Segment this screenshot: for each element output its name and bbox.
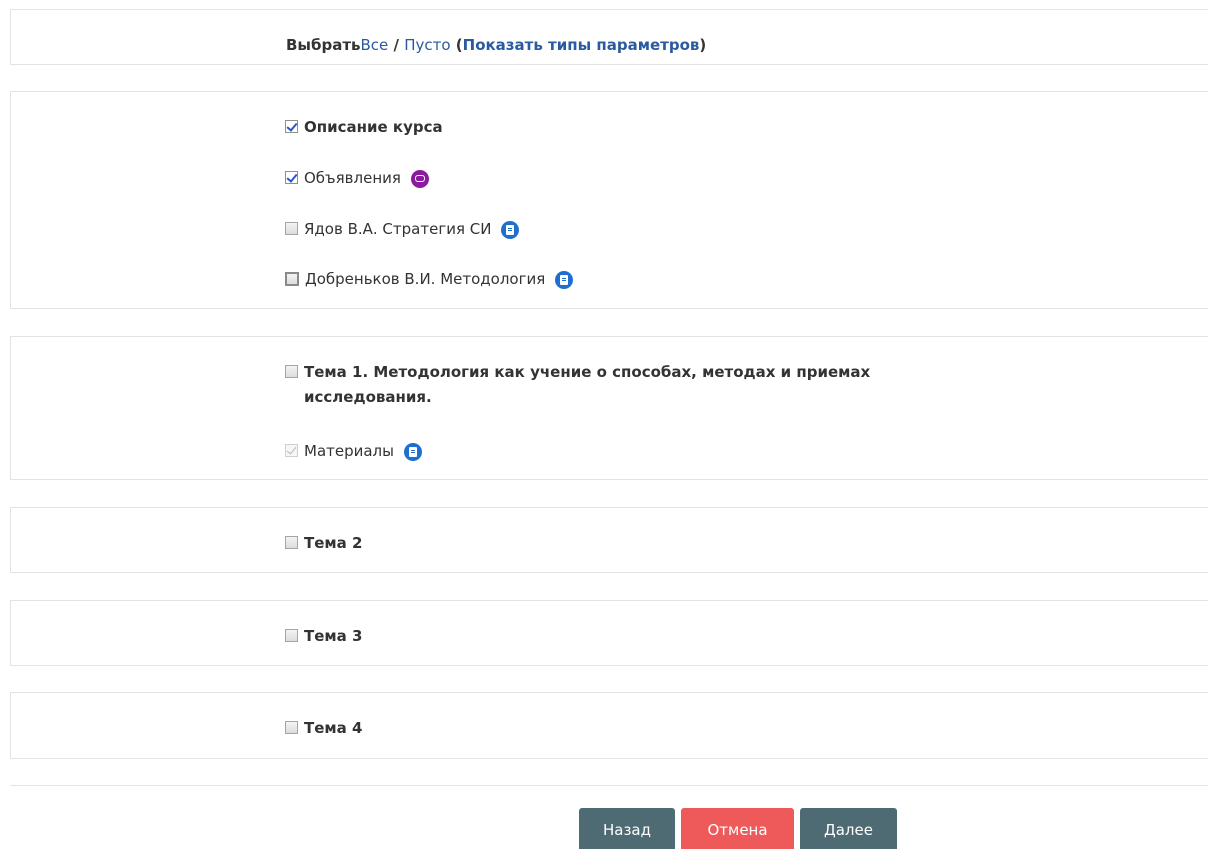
item-label: Тема 3 [304, 627, 363, 645]
show-types-link[interactable]: Показать типы параметров [463, 36, 700, 54]
checkbox-materials [285, 444, 298, 457]
item-label: Ядов В.А. Стратегия СИ [304, 220, 492, 238]
topic-1-title: Тема 1. Методология как учение о способа… [304, 360, 870, 410]
item-topic-4: Тема 4 [285, 716, 362, 740]
section-topic-3 [10, 600, 1208, 666]
select-label: Выбрать [286, 36, 361, 54]
checkbox-topic-4[interactable] [285, 721, 298, 734]
resource-icon [404, 443, 422, 461]
checkbox-course-description[interactable] [285, 120, 298, 133]
select-bar: ВыбратьВсе / Пусто (Показать типы параме… [286, 35, 706, 55]
item-topic-2: Тема 2 [285, 531, 362, 555]
back-button[interactable]: Назад [579, 808, 675, 849]
select-separator: / [388, 36, 405, 54]
item-label: Материалы [304, 442, 394, 460]
resource-icon [555, 271, 574, 289]
select-none-link[interactable]: Пусто [404, 36, 450, 54]
item-label: Добреньков В.И. Методология [305, 270, 546, 288]
paren-close: ) [699, 36, 707, 54]
checkbox-topic-1[interactable] [285, 365, 298, 378]
next-button[interactable]: Далее [800, 808, 897, 849]
resource-icon [501, 221, 520, 239]
section-general [10, 91, 1208, 309]
item-label: Описание курса [304, 118, 443, 136]
select-all-link[interactable]: Все [361, 36, 389, 54]
topic-1-title-line1: Тема 1. Методология как учение о способа… [304, 363, 871, 381]
paren-open: ( [450, 36, 463, 54]
item-label: Тема 4 [304, 719, 363, 737]
section-topic-4 [10, 692, 1208, 759]
item-course-description: Описание курса [285, 115, 443, 139]
item-topic-3: Тема 3 [285, 624, 362, 648]
item-yadov: Ядов В.А. Стратегия СИ [285, 217, 520, 241]
cancel-button[interactable]: Отмена [681, 808, 794, 849]
item-label: Тема 2 [304, 534, 363, 552]
checkbox-announcements[interactable] [285, 171, 298, 184]
item-dobrenkov: Добреньков В.И. Методология [285, 267, 574, 291]
topic-1-title-line2: исследования. [304, 388, 432, 406]
forum-icon [410, 170, 429, 188]
section-topic-2 [10, 507, 1208, 573]
item-materials: Материалы [285, 439, 422, 463]
item-announcements: Объявления [285, 166, 429, 190]
checkbox-topic-2[interactable] [285, 536, 298, 549]
checkbox-yadov[interactable] [285, 222, 298, 235]
divider [10, 785, 1208, 786]
checkbox-dobrenkov[interactable] [285, 272, 299, 286]
item-topic-1: Тема 1. Методология как учение о способа… [285, 360, 870, 410]
item-label: Объявления [304, 169, 401, 187]
checkbox-topic-3[interactable] [285, 629, 298, 642]
